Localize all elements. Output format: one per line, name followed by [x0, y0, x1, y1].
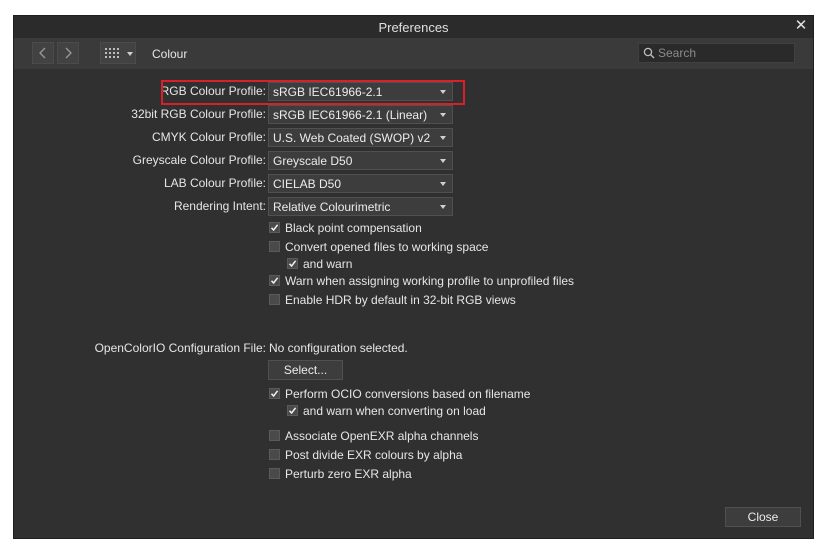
rgb32-profile-label: 32bit RGB Colour Profile:	[131, 107, 266, 121]
option-label: and warn	[303, 257, 353, 271]
checkmark-icon	[270, 277, 279, 285]
checkbox[interactable]	[269, 241, 280, 252]
option-label: Post divide EXR colours by alpha	[285, 448, 463, 462]
select-ocio-button[interactable]: Select...	[268, 360, 343, 380]
greyscale-profile-value: Greyscale D50	[273, 154, 353, 168]
checkbox[interactable]	[269, 294, 280, 305]
chevron-right-icon	[65, 47, 72, 59]
lab-profile-value: CIELAB D50	[273, 177, 342, 191]
close-icon[interactable]: ✕	[793, 18, 809, 34]
rendering-intent-label: Rendering Intent:	[173, 199, 266, 213]
option-label: Perform OCIO conversions based on filena…	[285, 387, 531, 401]
checkmark-icon	[288, 407, 297, 415]
back-button[interactable]	[32, 42, 54, 64]
breadcrumb: Colour	[152, 47, 188, 61]
checkmark-icon	[270, 390, 279, 398]
option-label: Enable HDR by default in 32-bit RGB view…	[285, 293, 516, 307]
toolbar: Colour	[14, 38, 813, 69]
chevron-left-icon	[39, 47, 46, 59]
checkbox[interactable]	[269, 468, 280, 479]
rgb32-profile-value: sRGB IEC61966-2.1 (Linear)	[273, 108, 428, 122]
checkbox[interactable]	[269, 430, 280, 441]
ocio-config-label: OpenColorIO Configuration File:	[94, 341, 266, 355]
checkmark-icon	[288, 260, 297, 268]
caret-down-icon	[127, 52, 133, 56]
option-label: Black point compensation	[285, 221, 422, 235]
window-title: Preferences	[378, 20, 449, 35]
checkbox[interactable]	[269, 275, 280, 286]
search-icon	[643, 47, 655, 59]
lab-profile-dropdown[interactable]: CIELAB D50	[268, 174, 453, 193]
sections-grid-button[interactable]	[100, 42, 136, 64]
option-label: Convert opened files to working space	[285, 240, 489, 254]
option-label: Perturb zero EXR alpha	[285, 467, 412, 481]
option-label: and warn when converting on load	[303, 404, 486, 418]
highlight-annotation	[161, 80, 465, 105]
checkmark-icon	[270, 224, 279, 232]
search-box[interactable]	[638, 43, 795, 63]
ocio-config-value: No configuration selected.	[269, 341, 408, 355]
caret-down-icon	[440, 182, 446, 186]
caret-down-icon	[440, 136, 446, 140]
cmyk-profile-value: U.S. Web Coated (SWOP) v2	[273, 131, 431, 145]
option-label: Associate OpenEXR alpha channels	[285, 429, 479, 443]
checkbox[interactable]	[269, 222, 280, 233]
checkbox[interactable]	[287, 405, 298, 416]
cmyk-profile-label: CMYK Colour Profile:	[151, 130, 266, 144]
option-label: Warn when assigning working profile to u…	[285, 274, 575, 288]
checkbox[interactable]	[269, 449, 280, 460]
grid-icon	[105, 48, 119, 58]
greyscale-profile-dropdown[interactable]: Greyscale D50	[268, 151, 453, 170]
caret-down-icon	[440, 205, 446, 209]
title-bar: Preferences ✕	[14, 16, 813, 38]
checkbox[interactable]	[287, 258, 298, 269]
rgb32-profile-dropdown[interactable]: sRGB IEC61966-2.1 (Linear)	[268, 105, 453, 124]
checkbox[interactable]	[269, 388, 280, 399]
rendering-intent-dropdown[interactable]: Relative Colourimetric	[268, 197, 453, 216]
lab-profile-label: LAB Colour Profile:	[163, 176, 266, 190]
cmyk-profile-dropdown[interactable]: U.S. Web Coated (SWOP) v2	[268, 128, 453, 147]
search-input[interactable]	[658, 45, 788, 61]
greyscale-profile-label: Greyscale Colour Profile:	[132, 153, 266, 167]
rendering-intent-value: Relative Colourimetric	[273, 200, 391, 214]
close-button[interactable]: Close	[725, 507, 801, 527]
caret-down-icon	[440, 113, 446, 117]
caret-down-icon	[440, 159, 446, 163]
preferences-window: Preferences ✕ Colour Search RGB Colour P…	[13, 15, 814, 539]
forward-button[interactable]	[57, 42, 79, 64]
